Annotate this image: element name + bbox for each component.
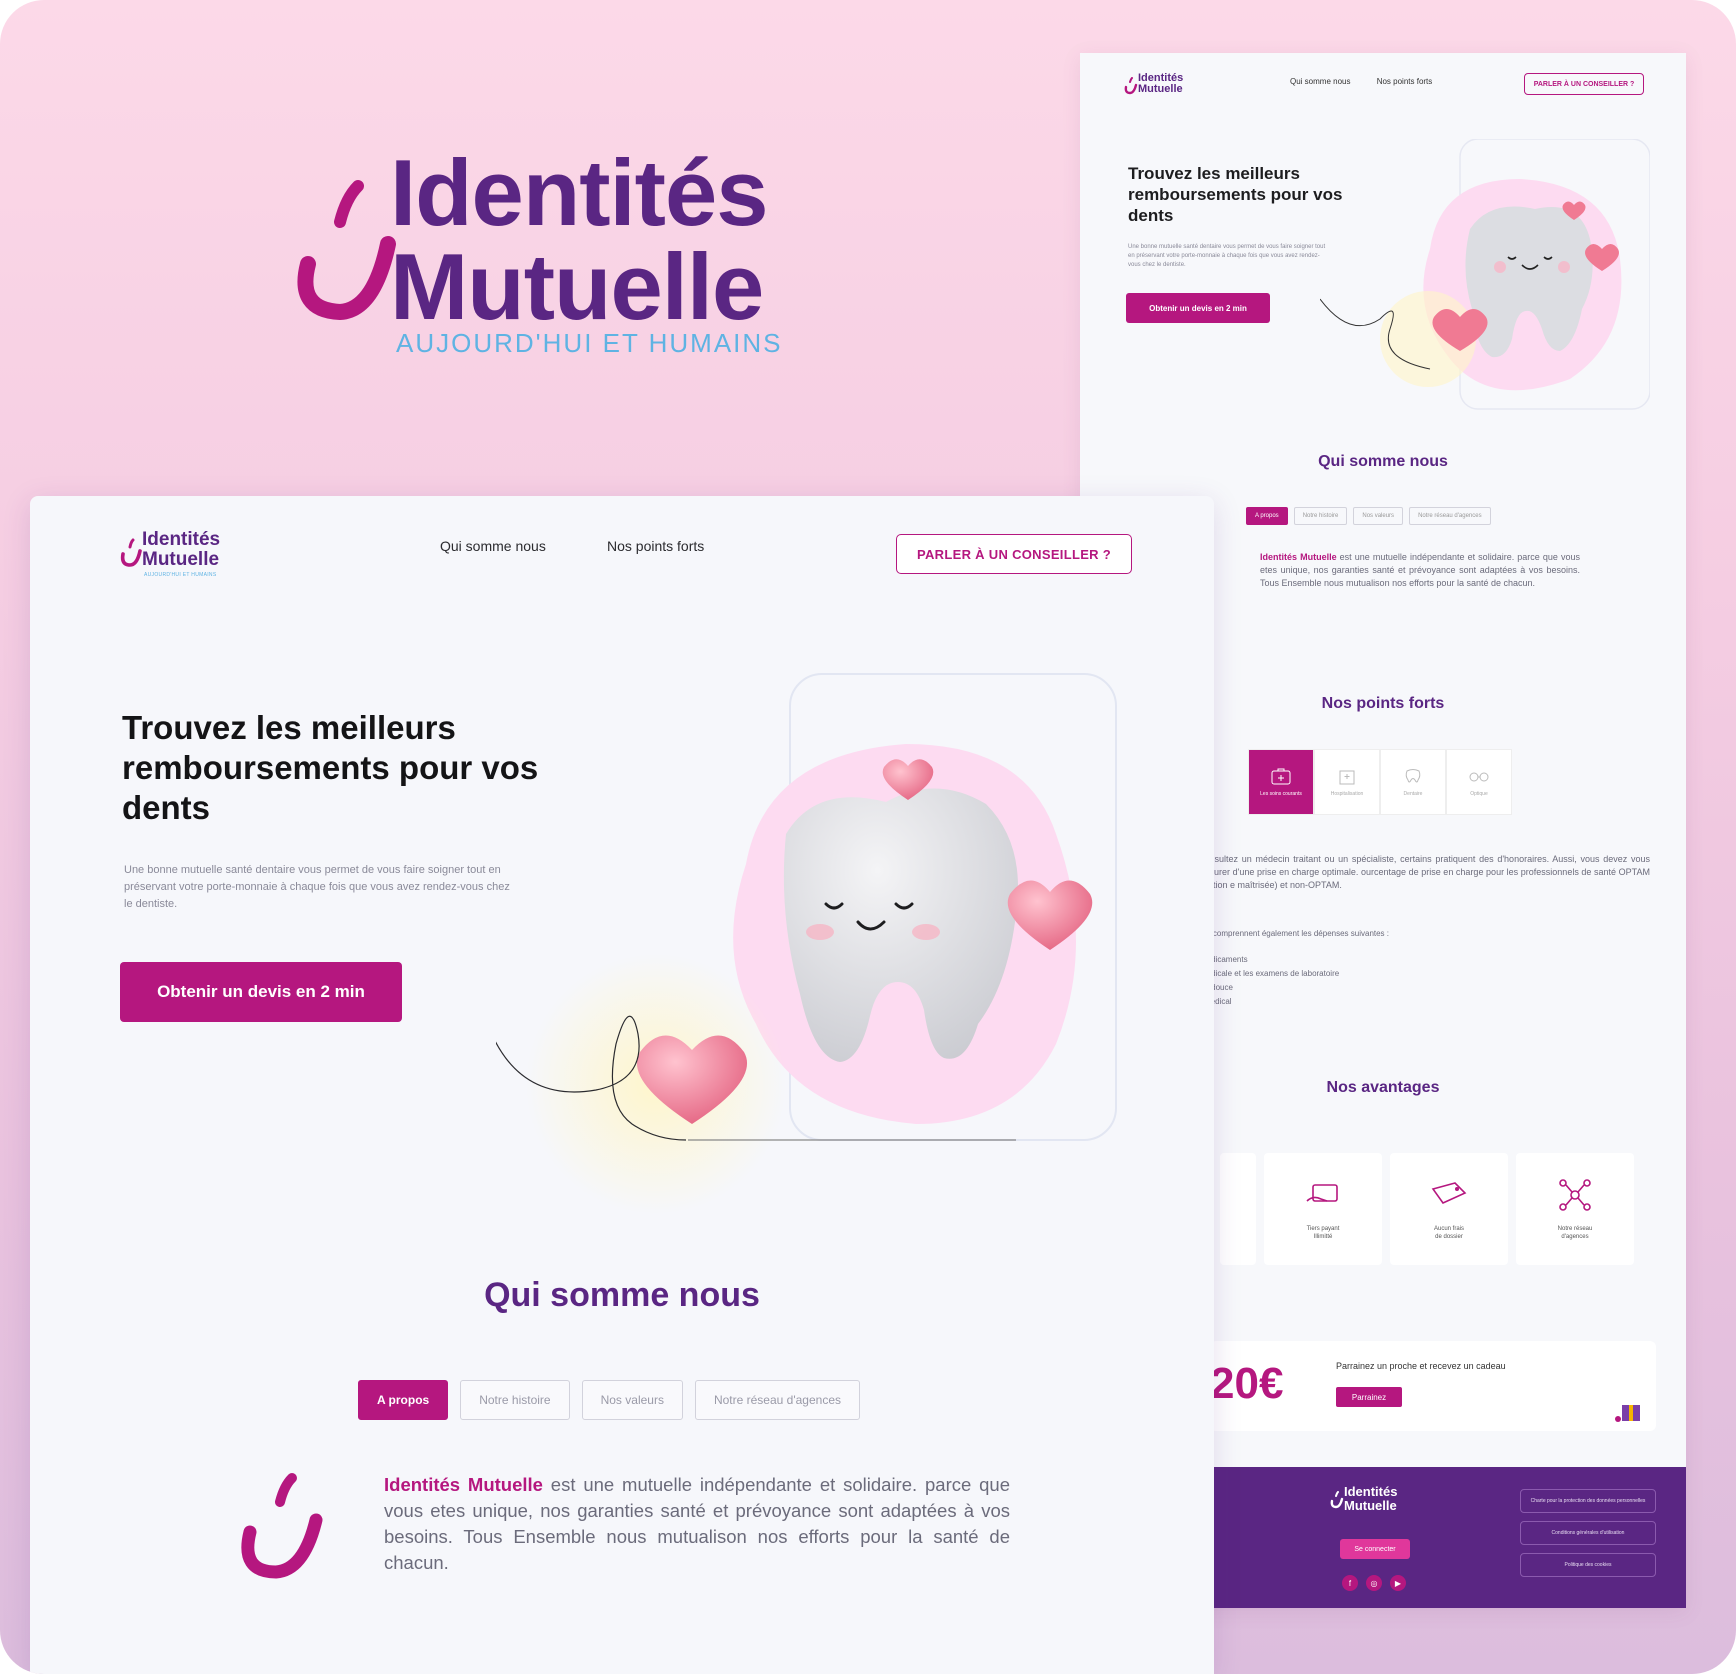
advantage-card: Tiers payant Illimitté	[1264, 1153, 1382, 1265]
back-point-soins[interactable]: Les soins courants	[1248, 749, 1314, 815]
social-links: f ◎ ▶	[1342, 1575, 1406, 1591]
back-point-optique[interactable]: Optique	[1446, 749, 1512, 815]
back-about-brand: Identités Mutuelle	[1260, 552, 1337, 562]
back-hero-text: Une bonne mutuelle santé dentaire vous p…	[1128, 244, 1326, 268]
back-about-text: Identités Mutuelle est une mutuelle indé…	[1260, 551, 1580, 590]
hero-text: Une bonne mutuelle santé dentaire vous p…	[124, 864, 510, 910]
brand-mark-icon	[241, 1473, 323, 1579]
instagram-icon[interactable]: ◎	[1366, 1575, 1382, 1591]
site-logo[interactable]: Identités Mutuelle AUJOURD'HUI ET HUMAIN…	[120, 530, 250, 586]
back-nav-link-about[interactable]: Qui somme nous	[1290, 77, 1350, 86]
logo-tagline: AUJOURD'HUI ET HUMAINS	[144, 572, 217, 578]
logo-line2: Mutuelle	[142, 549, 220, 570]
brand-name-line1: Identités	[390, 140, 769, 245]
advisor-button[interactable]: PARLER À UN CONSEILLER ?	[896, 534, 1132, 574]
network-icon	[1559, 1179, 1591, 1211]
back-tab-apropos[interactable]: A propos	[1246, 507, 1288, 525]
gift-icon	[1615, 1405, 1640, 1422]
footer-logo-line2: Mutuelle	[1344, 1498, 1397, 1513]
tooth-illustration-small	[1320, 139, 1650, 410]
advantage-card	[1220, 1153, 1256, 1265]
tab-valeurs[interactable]: Nos valeurs	[581, 1380, 683, 1420]
back-tab-histoire[interactable]: Notre histoire	[1293, 507, 1348, 525]
back-point-dentaire[interactable]: Dentaire	[1380, 749, 1446, 815]
back-tab-reseau[interactable]: Notre réseau d'agences	[1409, 507, 1491, 525]
back-points-list: médicaments médicale et les examens de l…	[1200, 953, 1339, 1009]
brand-name-line2: Mutuelle	[390, 234, 764, 339]
referral-button[interactable]: Parrainez	[1336, 1387, 1402, 1407]
front-page-mockup: Identités Mutuelle AUJOURD'HUI ET HUMAIN…	[30, 496, 1214, 1674]
back-logo[interactable]: Identités Mutuelle	[1124, 73, 1196, 101]
referral-amount: 20€	[1210, 1359, 1284, 1408]
back-point-label: Dentaire	[1403, 791, 1423, 797]
advantage-label-1: Aucun frais	[1433, 1226, 1464, 1232]
referral-text: Parrainez un proche et recevez un cadeau	[1336, 1361, 1506, 1371]
card-hand-icon	[1306, 1184, 1338, 1202]
tab-apropos[interactable]: A propos	[358, 1380, 449, 1420]
youtube-icon[interactable]: ▶	[1390, 1575, 1406, 1591]
back-points-subtitle: nts comprennent également les dépenses s…	[1200, 929, 1390, 938]
brand-logo-large: Identités Mutuelle AUJOURD'HUI ET HUMAIN…	[288, 140, 788, 370]
brand-mark-icon	[1330, 1491, 1344, 1509]
back-advisor-button[interactable]: PARLER À UN CONSEILLER ?	[1524, 73, 1644, 95]
tab-reseau[interactable]: Notre réseau d'agences	[694, 1380, 860, 1420]
advantage-card: Notre réseau d'agences	[1516, 1153, 1634, 1265]
advantage-label-2: d'agences	[1561, 1234, 1589, 1240]
back-points-text: consultez un médecin traitant ou un spéc…	[1200, 854, 1650, 890]
back-point-label: Hospitalisation	[1330, 791, 1364, 797]
about-text: Identités Mutuelle est une mutuelle indé…	[384, 1472, 1010, 1576]
back-logo-line2: Mutuelle	[1138, 83, 1183, 95]
back-nav-link-points[interactable]: Nos points forts	[1377, 77, 1433, 86]
about-brand: Identités Mutuelle	[384, 1474, 543, 1495]
hospital-icon	[1339, 770, 1355, 785]
nav-link-points[interactable]: Nos points forts	[607, 538, 704, 554]
free-tag-icon	[1431, 1182, 1467, 1205]
footer-link-cookies[interactable]: Politique des cookies	[1520, 1553, 1656, 1577]
referral-banner: 20€ Parrainez un proche et recevez un ca…	[1210, 1341, 1656, 1431]
back-points-tabs: Les soins courants Hospitalisation Denta…	[1248, 749, 1512, 815]
advantage-label-1: Notre réseau	[1557, 1226, 1593, 1232]
footer-logo-line1: Identités	[1344, 1484, 1398, 1499]
nav-link-about[interactable]: Qui somme nous	[440, 538, 546, 554]
facebook-icon[interactable]: f	[1342, 1575, 1358, 1591]
canvas: Identités Mutuelle AUJOURD'HUI ET HUMAIN…	[0, 0, 1736, 1674]
tooth-icon	[1405, 769, 1421, 783]
back-quote-button[interactable]: Obtenir un devis en 2 min	[1126, 293, 1270, 323]
back-point-hospitalisation[interactable]: Hospitalisation	[1314, 749, 1380, 815]
footer-link-terms[interactable]: Conditions générales d'utilisation	[1520, 1521, 1656, 1545]
list-item: médicaments	[1200, 955, 1248, 964]
advantage-label-1: Tiers payant	[1306, 1226, 1340, 1232]
advantage-card: Aucun frais de dossier	[1390, 1153, 1508, 1265]
back-point-label: Les soins courants	[1260, 791, 1302, 797]
brand-mark-icon	[120, 538, 142, 567]
brand-mark-icon	[1124, 77, 1138, 95]
footer-link-privacy[interactable]: Charte pour la protection des données pe…	[1520, 1489, 1656, 1513]
advantage-label-2: Illimitté	[1313, 1234, 1333, 1240]
tab-histoire[interactable]: Notre histoire	[460, 1380, 570, 1420]
back-point-label: Optique	[1470, 791, 1488, 797]
tooth-illustration	[496, 673, 1117, 1214]
advantage-label-2: de dossier	[1435, 1234, 1463, 1240]
about-tabs: A propos Notre histoire Nos valeurs Notr…	[358, 1380, 860, 1420]
quote-button[interactable]: Obtenir un devis en 2 min	[120, 962, 402, 1022]
list-item: médicale et les examens de laboratoire	[1200, 969, 1340, 978]
back-nav: Qui somme nous Nos points forts	[1290, 77, 1456, 86]
footer-links: Charte pour la protection des données pe…	[1520, 1489, 1656, 1577]
back-tab-valeurs[interactable]: Nos valeurs	[1353, 507, 1404, 525]
back-advantages: Tiers payant Illimitté Aucun frais de do…	[1220, 1153, 1634, 1265]
logo-line1: Identités	[142, 529, 221, 550]
login-button[interactable]: Se connecter	[1340, 1539, 1410, 1559]
about-title: Qui somme nous	[484, 1276, 760, 1314]
list-item: l médical	[1200, 997, 1232, 1006]
back-about-title: Qui somme nous	[1318, 453, 1448, 470]
back-about-tabs: A propos Notre histoire Nos valeurs Notr…	[1246, 507, 1491, 525]
glasses-icon	[1469, 772, 1489, 782]
brand-tagline: AUJOURD'HUI ET HUMAINS	[396, 328, 783, 358]
medical-kit-icon	[1271, 768, 1291, 785]
list-item: ne douce	[1200, 983, 1233, 992]
